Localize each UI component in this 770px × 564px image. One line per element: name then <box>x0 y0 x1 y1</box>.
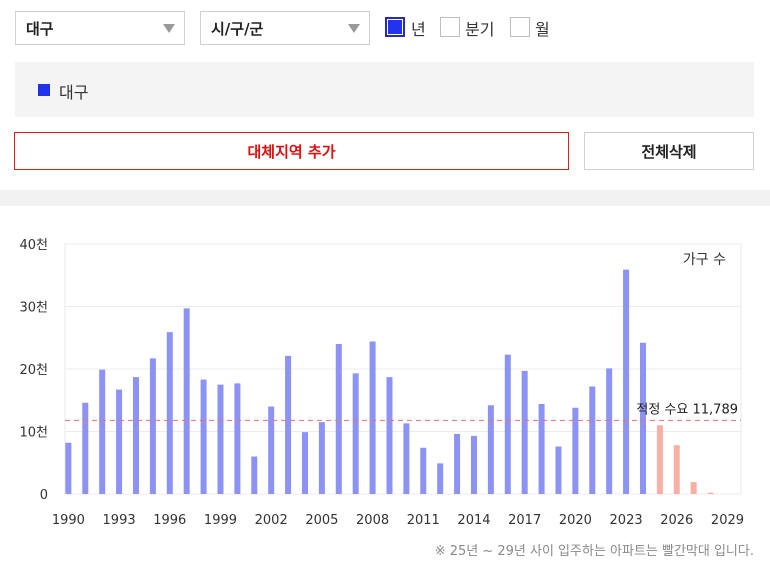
bar <box>116 389 123 494</box>
bar <box>99 369 106 494</box>
bar <box>65 442 72 494</box>
x-tick-label: 1990 <box>52 513 85 528</box>
bar <box>403 423 410 494</box>
delete-all-button[interactable]: 전체삭제 <box>584 132 754 170</box>
bar <box>183 308 190 494</box>
bar <box>504 354 511 494</box>
x-tick-label: 2017 <box>508 513 541 528</box>
bar <box>251 456 258 494</box>
quarter-checkbox[interactable] <box>440 17 460 37</box>
bar <box>166 332 173 494</box>
bar <box>132 377 139 494</box>
household-bar-chart: 0 10천 20천 30천 40천 1990 1993 1996 1999 2002 2005 200… <box>19 238 744 528</box>
x-tick-label: 2005 <box>305 513 338 528</box>
district-select[interactable]: 시/구/군 <box>200 11 370 45</box>
y-tick-label: 0 <box>40 488 48 503</box>
bar <box>487 405 494 494</box>
bar <box>420 447 427 494</box>
section-divider <box>0 190 770 206</box>
bar <box>623 269 630 494</box>
bar <box>454 434 461 494</box>
chevron-down-icon <box>163 24 175 33</box>
reference-line-label: 적정 수요 11,789 <box>636 402 738 417</box>
bar <box>268 406 275 494</box>
y-tick-label: 40천 <box>19 238 48 253</box>
x-tick-label: 2026 <box>660 513 693 528</box>
bar <box>335 344 342 494</box>
bar <box>386 377 393 494</box>
bar <box>606 368 613 494</box>
bar <box>521 370 528 494</box>
legend-swatch <box>38 84 50 96</box>
bar <box>285 355 292 494</box>
bar <box>82 402 89 494</box>
bar <box>217 384 224 494</box>
region-select[interactable]: 대구 <box>15 11 185 45</box>
bar <box>301 432 308 494</box>
bar <box>589 386 596 494</box>
bar <box>470 435 477 494</box>
footnote: ※ 25년 ~ 29년 사이 입주하는 아파트는 빨간막대 입니다. <box>434 544 754 559</box>
bar-future <box>673 445 680 494</box>
legend-panel: 대구 <box>15 62 754 117</box>
chevron-down-icon <box>348 24 360 33</box>
x-tick-label: 2002 <box>255 513 288 528</box>
month-checkbox[interactable] <box>510 17 530 37</box>
x-tick-label: 1993 <box>103 513 136 528</box>
bar <box>318 422 325 494</box>
y-tick-label: 30천 <box>19 301 48 316</box>
bar <box>149 358 156 494</box>
bar <box>369 341 376 494</box>
legend-label: 대구 <box>59 83 89 102</box>
bar-future <box>690 482 697 494</box>
year-checkbox[interactable] <box>385 17 405 37</box>
bar <box>200 379 207 494</box>
bar <box>538 404 545 494</box>
series-label: 가구 수 <box>683 252 726 268</box>
x-tick-label: 1999 <box>204 513 237 528</box>
bar <box>234 383 241 494</box>
x-tick-label: 2020 <box>559 513 592 528</box>
y-tick-label: 20천 <box>19 363 48 378</box>
add-region-button[interactable]: 대체지역 추가 <box>14 132 569 170</box>
bar <box>555 446 562 494</box>
y-tick-label: 10천 <box>19 426 48 441</box>
x-tick-label: 2008 <box>356 513 389 528</box>
bar <box>639 342 646 494</box>
bar <box>352 373 359 494</box>
x-tick-label: 2011 <box>407 513 440 528</box>
month-checkbox-label: 월 <box>535 20 550 39</box>
bar <box>437 463 444 494</box>
region-select-value: 대구 <box>26 19 54 38</box>
quarter-checkbox-label: 분기 <box>465 20 495 39</box>
x-tick-label: 2029 <box>711 513 744 528</box>
x-tick-label: 2023 <box>610 513 643 528</box>
year-checkbox-label: 년 <box>411 20 426 39</box>
bar-future <box>656 425 663 494</box>
x-tick-label: 1996 <box>153 513 186 528</box>
district-select-value: 시/구/군 <box>211 19 264 38</box>
x-tick-label: 2014 <box>457 513 490 528</box>
bar-future <box>707 492 714 494</box>
